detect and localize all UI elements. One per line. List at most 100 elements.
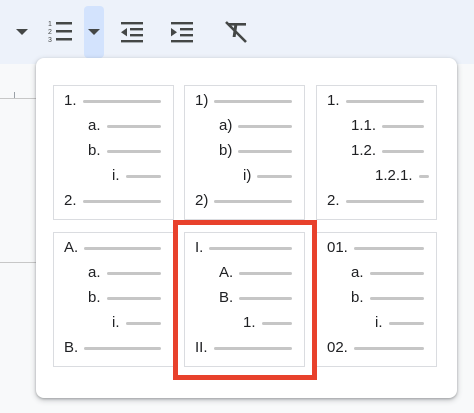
placeholder-line	[213, 346, 292, 350]
numbered-list-preset[interactable]: I. A. B. 1. II.	[184, 232, 305, 367]
preset-list-row: b)	[219, 141, 293, 161]
formatting-toolbar: 1 2 3	[0, 0, 474, 64]
placeholder-line	[369, 271, 424, 275]
list-marker: b.	[88, 289, 101, 306]
list-marker: 2)	[195, 192, 209, 209]
preset-list-row: 1.	[327, 91, 424, 111]
preset-list-row: A.	[64, 238, 162, 258]
list-marker: i.	[112, 314, 120, 331]
ruler-line	[0, 98, 40, 99]
placeholder-line	[82, 199, 161, 203]
list-marker: II.	[195, 339, 208, 356]
list-marker: b.	[351, 289, 364, 306]
preset-list-row: 2)	[195, 191, 293, 211]
numbered-list-preset[interactable]: A. a. b. i. B.	[53, 232, 174, 367]
list-marker: i)	[243, 167, 252, 184]
preset-list-row: 01.	[327, 238, 424, 258]
placeholder-line	[238, 149, 293, 153]
list-marker: A.	[219, 264, 234, 281]
preset-list-row: b.	[351, 288, 424, 308]
svg-text:1: 1	[48, 21, 52, 28]
placeholder-line	[345, 99, 424, 103]
numbered-list-preset[interactable]: 1) a) b) i) 2)	[184, 85, 305, 220]
placeholder-line	[257, 174, 293, 178]
list-marker: a.	[88, 117, 101, 134]
list-marker: i.	[112, 167, 120, 184]
preset-list-row: B.	[219, 288, 293, 308]
chevron-down-icon	[88, 29, 100, 35]
preset-list-row: II.	[195, 338, 292, 358]
list-marker: 01.	[327, 239, 348, 256]
list-marker: a.	[351, 264, 364, 281]
increase-indent-button[interactable]	[162, 6, 202, 58]
list-marker: A.	[64, 239, 79, 256]
placeholder-line	[369, 296, 424, 300]
placeholder-line	[239, 296, 293, 300]
preset-list-row: 2.	[64, 191, 161, 211]
preset-list-row: 1.2.1.	[375, 166, 429, 186]
list-marker: 1.1.	[351, 117, 377, 134]
numbered-list-preset[interactable]: 1. a. b. i. 2.	[53, 85, 174, 220]
placeholder-line	[382, 124, 425, 128]
ruler-tick	[14, 92, 15, 98]
placeholder-line	[353, 246, 424, 250]
increase-indent-icon	[171, 22, 193, 43]
placeholder-line	[82, 99, 161, 103]
preset-list-row: I.	[195, 238, 293, 258]
preset-list-row: a.	[88, 116, 161, 136]
list-marker: B.	[219, 289, 234, 306]
list-marker: b)	[219, 142, 233, 159]
placeholder-line	[239, 271, 293, 275]
preset-list-row: 1)	[195, 91, 293, 111]
list-marker: I.	[195, 239, 204, 256]
preset-list-row: B.	[64, 338, 162, 358]
svg-text:3: 3	[48, 37, 52, 44]
preset-list-row: a.	[351, 263, 424, 283]
list-marker: a)	[219, 117, 233, 134]
numbered-list-button[interactable]: 1 2 3	[40, 6, 80, 58]
list-marker: 1.	[64, 92, 77, 109]
preset-list-row: i)	[243, 166, 293, 186]
numbered-list-presets-menu: 1. a. b. i. 2. 1) a) b) i) 2) 1. 1.1. 1.2. 1.2.1. 2. A.…	[36, 58, 457, 398]
preset-list-row: A.	[219, 263, 293, 283]
clear-formatting-icon	[225, 21, 247, 43]
page-margin-line	[0, 262, 40, 263]
placeholder-line	[106, 124, 161, 128]
placeholder-line	[214, 99, 293, 103]
preset-list-row: i.	[375, 313, 424, 333]
list-marker: 2.	[64, 192, 77, 209]
list-marker: 02.	[327, 339, 348, 356]
placeholder-line	[388, 321, 424, 325]
numbered-list-icon: 1 2 3	[48, 21, 72, 44]
preset-list-row: b.	[88, 141, 161, 161]
preset-list-row: 1.1.	[351, 116, 425, 136]
list-marker: B.	[64, 339, 79, 356]
preset-list-row: a.	[88, 263, 161, 283]
list-marker: 1)	[195, 92, 209, 109]
list-marker: 2.	[327, 192, 340, 209]
preset-list-row: i.	[112, 313, 161, 333]
list-marker: 1.	[243, 314, 256, 331]
placeholder-line	[382, 149, 425, 153]
list-marker: b.	[88, 142, 101, 159]
placeholder-line	[125, 321, 161, 325]
placeholder-line	[353, 346, 424, 350]
placeholder-line	[261, 321, 292, 325]
decrease-indent-button[interactable]	[112, 6, 152, 58]
placeholder-line	[106, 271, 161, 275]
numbered-list-preset[interactable]: 1. 1.1. 1.2. 1.2.1. 2.	[316, 85, 437, 220]
placeholder-line	[345, 199, 424, 203]
preset-list-row: 1.2.	[351, 141, 425, 161]
clear-formatting-button[interactable]	[216, 6, 256, 58]
list-marker: 1.2.	[351, 142, 377, 159]
preset-list-row: 1.	[243, 313, 292, 333]
numbered-list-dropdown-button[interactable]	[84, 6, 104, 58]
dropdown-arrow-button[interactable]	[8, 6, 36, 58]
placeholder-line	[238, 124, 293, 128]
preset-list-row: a)	[219, 116, 293, 136]
numbered-list-preset[interactable]: 01. a. b. i. 02.	[316, 232, 437, 367]
preset-list-row: b.	[88, 288, 161, 308]
decrease-indent-icon	[121, 22, 143, 43]
list-marker: 1.	[327, 92, 340, 109]
preset-list-row: i.	[112, 166, 161, 186]
